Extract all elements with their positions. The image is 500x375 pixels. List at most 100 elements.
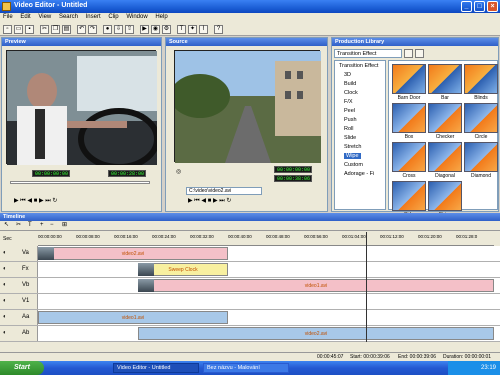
redo-icon[interactable]: ↷	[88, 25, 97, 34]
transition-thumb-checker[interactable]	[428, 103, 462, 133]
track-header[interactable]: Ab ◐	[0, 326, 38, 341]
stop-icon[interactable]: ■	[208, 198, 212, 204]
source-file-dropdown[interactable]: C:\video\video2.avi	[186, 187, 262, 195]
tree-item-selected[interactable]: Wipe	[344, 153, 361, 159]
select-tool-icon[interactable]: ↖	[4, 222, 9, 229]
rewind-icon[interactable]: ⏮	[194, 198, 199, 204]
save-icon[interactable]: ▪	[25, 25, 34, 34]
menu-search[interactable]: Search	[56, 13, 81, 21]
transition-thumb-circle[interactable]	[464, 103, 498, 133]
transition-thumb-strips[interactable]	[428, 181, 462, 211]
taskbar-item-video-editor[interactable]: Video Editor - Untitled	[113, 363, 199, 373]
text-tool-icon[interactable]: T	[28, 222, 32, 229]
transition-thumb-diagonal[interactable]	[428, 142, 462, 172]
track-header[interactable]: Va ◐	[0, 246, 38, 261]
tree-item[interactable]: Push	[344, 117, 357, 123]
menu-edit[interactable]: Edit	[17, 13, 33, 21]
transition-thumb-side[interactable]	[392, 181, 426, 211]
import-icon[interactable]: ⇩	[114, 25, 123, 34]
library-category-dropdown[interactable]: Transition Effect	[334, 49, 402, 58]
transition-thumb-diamond[interactable]	[464, 142, 498, 172]
preview-scrubber[interactable]	[10, 181, 150, 184]
rewind-icon[interactable]: ⏮	[20, 198, 25, 204]
menu-window[interactable]: Window	[123, 13, 150, 21]
menu-clip[interactable]: Clip	[105, 13, 121, 21]
copy-icon[interactable]: ❐	[51, 25, 60, 34]
tree-item[interactable]: Slide	[344, 135, 356, 141]
stop-icon[interactable]: ■	[34, 198, 38, 204]
tree-item[interactable]: Roll	[344, 126, 353, 132]
step-back-icon[interactable]: ◀	[201, 198, 206, 204]
track-visibility-icon[interactable]: ◐	[3, 250, 7, 256]
play-icon[interactable]: ▶	[188, 198, 193, 204]
timeline-ruler[interactable]: 00:00:00:00 00:00:08:00 00:00:16:00 00:00:2…	[38, 232, 494, 246]
zoom-in-icon[interactable]: +	[40, 222, 44, 229]
track-visibility-icon[interactable]: ◐	[3, 266, 7, 272]
step-back-icon[interactable]: ◀	[27, 198, 32, 204]
capture-icon[interactable]: ●	[103, 25, 112, 34]
timeline-clip[interactable]: video1.avi	[38, 311, 228, 324]
transition-thumb-bar[interactable]	[428, 64, 462, 94]
zoom-out-icon[interactable]: −	[50, 222, 54, 229]
fast-forward-icon[interactable]: ⏭	[45, 198, 50, 204]
effect-icon[interactable]: ✦	[188, 25, 197, 34]
paste-icon[interactable]: ▤	[62, 25, 71, 34]
cut-icon[interactable]: ✂	[40, 25, 49, 34]
taskbar-item-paint[interactable]: Bez názvu - Malování	[203, 363, 289, 373]
timeline-clip[interactable]: video2.avi	[138, 327, 494, 340]
menu-insert[interactable]: Insert	[83, 13, 104, 21]
tree-item[interactable]: Peel	[344, 108, 355, 114]
burn-icon[interactable]: ◉	[151, 25, 160, 34]
snap-icon[interactable]: ⊞	[62, 222, 67, 229]
text-icon[interactable]: T	[177, 25, 186, 34]
track-visibility-icon[interactable]: ◐	[3, 330, 7, 336]
open-icon[interactable]: ▭	[14, 25, 23, 34]
split-icon[interactable]: ⌇	[199, 25, 208, 34]
track-header[interactable]: Aa ◐	[0, 310, 38, 325]
transition-thumb-barn-door[interactable]	[392, 64, 426, 94]
new-icon[interactable]: ▫	[3, 25, 12, 34]
menu-file[interactable]: File	[0, 13, 16, 21]
step-forward-icon[interactable]: ▶	[213, 198, 218, 204]
help-icon[interactable]: ?	[214, 25, 223, 34]
tree-item[interactable]: Adorage - Fi	[344, 171, 374, 177]
split-tool-icon[interactable]: ✂	[16, 222, 21, 229]
loop-icon[interactable]: ↻	[52, 198, 57, 204]
tree-item[interactable]: 3D	[344, 72, 351, 78]
transition-thumb-blinds[interactable]	[464, 64, 498, 94]
library-list-icon[interactable]	[415, 49, 424, 58]
tree-item[interactable]: Build	[344, 81, 356, 87]
track-visibility-icon[interactable]: ◐	[3, 298, 7, 304]
track-visibility-icon[interactable]: ◐	[3, 314, 7, 320]
playhead[interactable]	[366, 232, 367, 342]
tree-item[interactable]: Clock	[344, 90, 358, 96]
ruler-mark: 00:00:40:00	[228, 234, 252, 239]
transition-thumb-box[interactable]	[392, 103, 426, 133]
menu-help[interactable]: Help	[152, 13, 170, 21]
undo-icon[interactable]: ↶	[77, 25, 86, 34]
maximize-button[interactable]: □	[474, 1, 485, 12]
tree-item[interactable]: F/X	[344, 99, 353, 105]
settings-icon[interactable]: ⚙	[162, 25, 171, 34]
tree-item[interactable]: Custom	[344, 162, 363, 168]
minimize-button[interactable]: _	[461, 1, 472, 12]
library-view-icon[interactable]	[404, 49, 413, 58]
transition-thumb-cross[interactable]	[392, 142, 426, 172]
tree-item[interactable]: Stretch	[344, 144, 361, 150]
export-icon[interactable]: ⇧	[125, 25, 134, 34]
render-icon[interactable]: ▶	[140, 25, 149, 34]
tree-item[interactable]: Transition Effect	[339, 63, 378, 69]
track-visibility-icon[interactable]: ◐	[3, 282, 7, 288]
close-button[interactable]: ×	[487, 1, 498, 12]
start-button[interactable]: Start	[0, 361, 44, 375]
fast-forward-icon[interactable]: ⏭	[219, 198, 224, 204]
timeline-clip[interactable]: video2.avi	[38, 247, 228, 260]
step-forward-icon[interactable]: ▶	[39, 198, 44, 204]
track-header[interactable]: Fx ◐	[0, 262, 38, 277]
play-icon[interactable]: ▶	[14, 198, 19, 204]
track-header[interactable]: V1 ◐	[0, 294, 38, 309]
loop-icon[interactable]: ↻	[226, 198, 231, 204]
track-header[interactable]: Vb ◐	[0, 278, 38, 293]
timeline-clip[interactable]: video1.avi	[138, 279, 494, 292]
menu-view[interactable]: View	[35, 13, 54, 21]
